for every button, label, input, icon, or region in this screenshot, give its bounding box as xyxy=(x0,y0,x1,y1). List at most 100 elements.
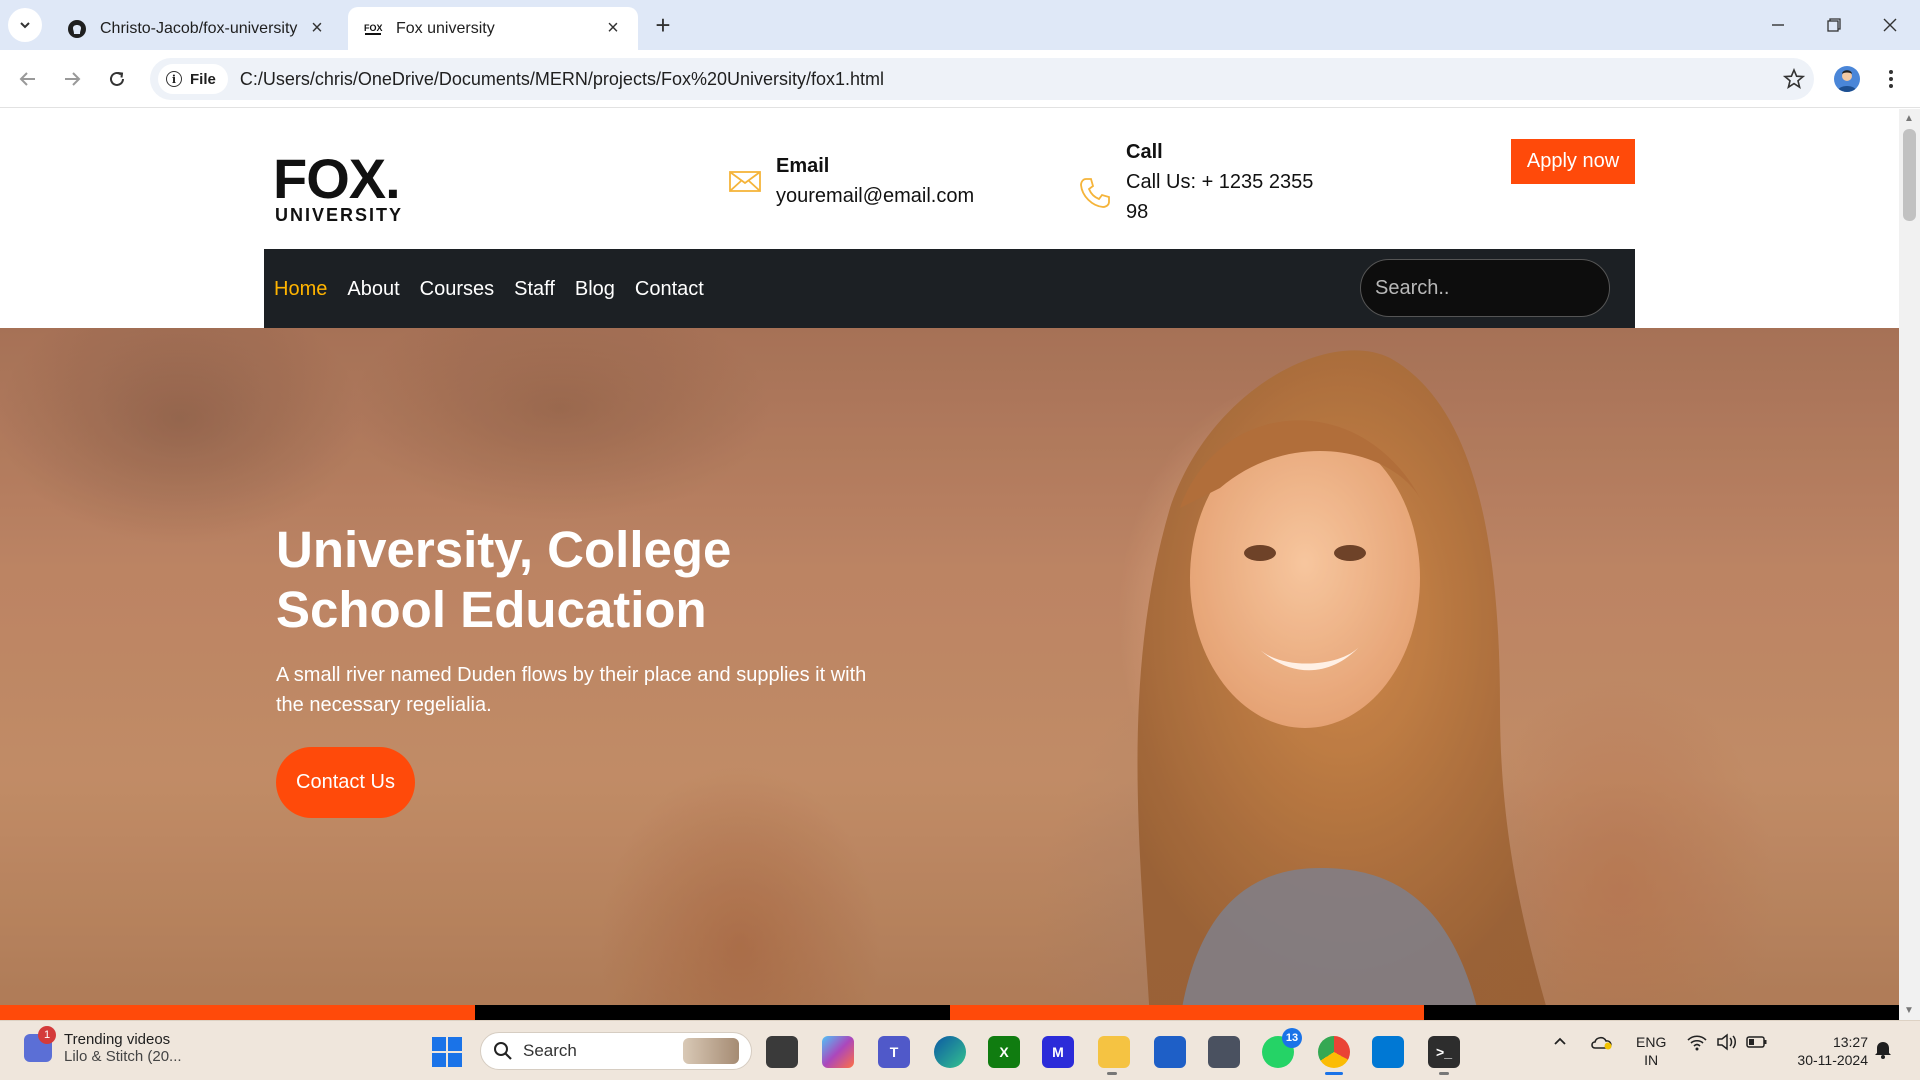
copilot-icon[interactable] xyxy=(822,1036,854,1068)
github-icon xyxy=(66,18,88,40)
tab-fox-university[interactable]: FOX. Fox university × xyxy=(348,7,638,50)
taskbar-search[interactable]: Search xyxy=(480,1032,752,1070)
logo-wordmark: FOX. xyxy=(273,147,401,210)
wifi-icon[interactable] xyxy=(1686,1033,1708,1055)
chrome-icon[interactable] xyxy=(1318,1036,1350,1068)
nav-item-blog[interactable]: Blog xyxy=(575,278,615,301)
stripe-segment xyxy=(1424,1005,1899,1020)
hero-title-line1: University, College xyxy=(276,521,732,578)
person-icon xyxy=(1837,70,1857,92)
new-tab-button[interactable]: + xyxy=(648,10,678,40)
news-widget[interactable]: 1 Trending videos Lilo & Stitch (20... xyxy=(24,1026,182,1065)
video-widget-icon: 1 xyxy=(24,1026,56,1062)
tab-search-button[interactable] xyxy=(8,8,42,42)
scroll-down-icon[interactable]: ▼ xyxy=(1904,1005,1914,1016)
restore-button[interactable] xyxy=(1814,8,1854,42)
scroll-up-icon[interactable]: ▲ xyxy=(1904,113,1914,124)
tab-title: Christo-Jacob/fox-university xyxy=(100,19,298,37)
profile-avatar[interactable] xyxy=(1834,66,1860,92)
close-icon[interactable]: × xyxy=(602,17,624,40)
bookmark-button[interactable] xyxy=(1774,59,1814,99)
close-icon xyxy=(1883,18,1897,32)
nav-item-home[interactable]: Home xyxy=(274,278,327,301)
vscode-icon[interactable] xyxy=(1372,1036,1404,1068)
back-button[interactable] xyxy=(10,61,46,97)
email-value: youremail@email.com xyxy=(776,185,975,207)
volume-icon[interactable] xyxy=(1716,1033,1738,1055)
call-label: Call xyxy=(1126,141,1163,163)
task-view-icon[interactable] xyxy=(766,1036,798,1068)
reload-button[interactable] xyxy=(99,61,135,97)
show-hidden-icons-button[interactable] xyxy=(1552,1033,1568,1053)
file-explorer-icon[interactable] xyxy=(1098,1036,1130,1068)
whatsapp-icon[interactable]: 13 xyxy=(1262,1028,1302,1068)
lang-line2: IN xyxy=(1644,1052,1659,1068)
call-value: Call Us: + 1235 2355 98 xyxy=(1126,171,1314,223)
page-viewport: FOX. UNIVERSITY Email youremail@email.co… xyxy=(0,109,1899,1020)
app-icon[interactable]: M xyxy=(1042,1036,1074,1068)
back-arrow-icon xyxy=(19,72,35,86)
site-search xyxy=(1360,259,1662,317)
teams-icon[interactable]: T xyxy=(878,1036,910,1068)
site-search-button[interactable] xyxy=(1640,273,1664,303)
address-bar[interactable]: i File C:/Users/chris/OneDrive/Documents… xyxy=(150,58,1814,100)
edge-icon[interactable] xyxy=(934,1036,966,1068)
clock[interactable]: 13:27 30-11-2024 xyxy=(1782,1033,1868,1069)
forward-button[interactable] xyxy=(54,61,90,97)
scroll-thumb[interactable] xyxy=(1903,129,1916,221)
more-vert-icon xyxy=(1889,70,1893,88)
notification-bell-icon[interactable] xyxy=(1874,1039,1892,1063)
fox-favicon-icon: FOX. xyxy=(362,18,384,40)
chevron-up-icon xyxy=(1554,1037,1566,1045)
site-logo[interactable]: FOX. UNIVERSITY xyxy=(273,147,423,226)
site-info-chip[interactable]: i File xyxy=(158,64,228,94)
stripe-segment xyxy=(0,1005,475,1020)
site-search-input[interactable] xyxy=(1375,276,1640,300)
page-scrollbar[interactable]: ▲ ▼ xyxy=(1899,109,1920,1020)
running-indicator-active xyxy=(1325,1072,1343,1075)
nav-item-contact[interactable]: Contact xyxy=(635,278,704,301)
nav-item-courses[interactable]: Courses xyxy=(420,278,494,301)
envelope-icon xyxy=(729,171,761,192)
widget-badge: 1 xyxy=(38,1026,56,1044)
browser-toolbar: i File C:/Users/chris/OneDrive/Documents… xyxy=(0,50,1920,108)
call-info: Call Call Us: + 1235 2355 98 xyxy=(1078,137,1326,227)
search-icon xyxy=(494,1042,512,1060)
whatsapp-badge: 13 xyxy=(1282,1028,1302,1048)
widget-subtitle: Lilo & Stitch (20... xyxy=(64,1048,182,1065)
stripe-segment xyxy=(949,1005,1425,1020)
app-cube-icon[interactable] xyxy=(1208,1036,1240,1068)
start-button[interactable] xyxy=(432,1037,462,1067)
windows-logo-icon xyxy=(448,1053,462,1067)
browser-tabstrip: Christo-Jacob/fox-university × FOX. Fox … xyxy=(0,0,1920,50)
taskbar-search-label: Search xyxy=(523,1041,577,1060)
store-icon[interactable] xyxy=(1154,1036,1186,1068)
terminal-icon[interactable]: >_ xyxy=(1428,1036,1460,1068)
contact-us-button[interactable]: Contact Us xyxy=(276,747,415,818)
nav-item-about[interactable]: About xyxy=(347,278,399,301)
forward-arrow-icon xyxy=(65,72,81,86)
url-text[interactable]: C:/Users/chris/OneDrive/Documents/MERN/p… xyxy=(240,69,1774,90)
nav-links: Home About Courses Staff Blog Contact xyxy=(274,249,724,329)
xbox-icon[interactable]: X xyxy=(988,1036,1020,1068)
logo-subtitle: UNIVERSITY xyxy=(275,205,404,225)
chevron-down-icon xyxy=(20,22,30,29)
language-indicator[interactable]: ENG IN xyxy=(1636,1033,1666,1069)
search-icon xyxy=(1641,277,1662,298)
onedrive-icon[interactable] xyxy=(1590,1033,1614,1055)
apply-now-button[interactable]: Apply now xyxy=(1511,139,1635,184)
tab-github[interactable]: Christo-Jacob/fox-university × xyxy=(52,7,342,50)
main-navbar: Home About Courses Staff Blog Contact xyxy=(264,249,1662,329)
battery-icon[interactable] xyxy=(1746,1033,1768,1055)
running-indicator xyxy=(1439,1072,1449,1075)
color-stripe-bar xyxy=(0,1005,1899,1020)
svg-text:FOX.: FOX. xyxy=(364,23,383,33)
hero-title-line2: School Education xyxy=(276,581,707,638)
close-icon[interactable]: × xyxy=(306,17,328,40)
windows-logo-icon xyxy=(432,1053,446,1067)
nav-item-staff[interactable]: Staff xyxy=(514,278,555,301)
close-window-button[interactable] xyxy=(1870,8,1910,42)
browser-menu-button[interactable] xyxy=(1876,64,1906,94)
minimize-icon xyxy=(1772,24,1784,26)
minimize-button[interactable] xyxy=(1758,8,1798,42)
